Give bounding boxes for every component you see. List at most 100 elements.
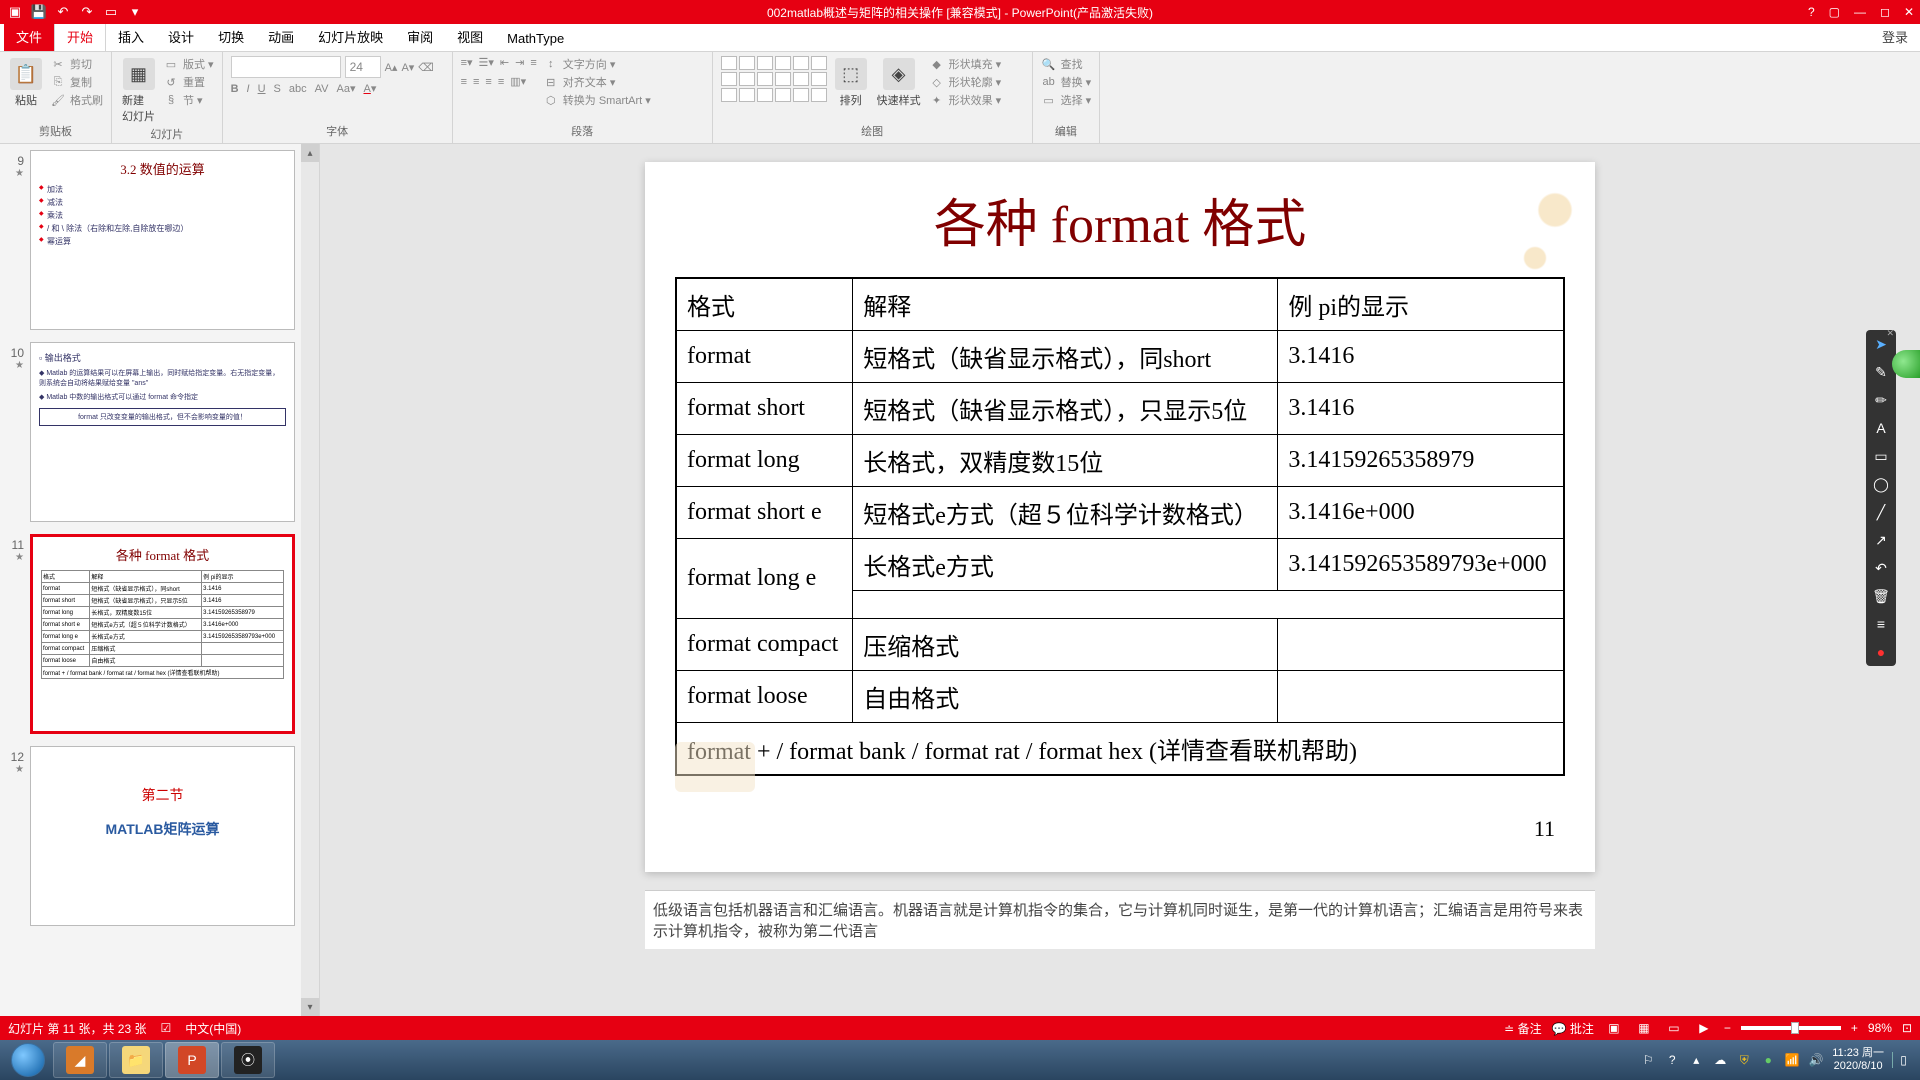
tray-showdesktop[interactable]: ▯ xyxy=(1892,1052,1908,1068)
tab-home[interactable]: 开始 xyxy=(54,21,106,51)
ribbon-options-icon[interactable]: ▢ xyxy=(1829,5,1840,19)
reset-button[interactable]: ↺重置 xyxy=(163,74,214,90)
align-right-icon[interactable]: ≡ xyxy=(485,76,491,88)
save-icon[interactable]: 💾 xyxy=(30,3,48,21)
indent-inc-icon[interactable]: ⇥ xyxy=(515,56,524,69)
tray-volume-icon[interactable]: 🔊 xyxy=(1808,1052,1824,1068)
tab-view[interactable]: 视图 xyxy=(445,22,495,51)
tray-app-icon[interactable]: ● xyxy=(1760,1052,1776,1068)
smartart-button[interactable]: ⬡转换为 SmartArt ▾ xyxy=(543,92,651,108)
thumb-12[interactable]: 12★ 第二节 MATLAB矩阵运算 xyxy=(0,740,319,932)
tab-slideshow[interactable]: 幻灯片放映 xyxy=(306,22,395,51)
arrange-button[interactable]: ⬚排列 xyxy=(833,56,869,110)
section-button[interactable]: §节 ▾ xyxy=(163,92,214,108)
effects-button[interactable]: ✦形状效果 ▾ xyxy=(929,92,1002,108)
language-indicator[interactable]: 中文(中国) xyxy=(185,1020,241,1037)
thumb-9[interactable]: 9★ 3.2 数值的运算 加法 减法 乘法 / 和 \ 除法（右除和左除,自除放… xyxy=(0,144,319,336)
tab-insert[interactable]: 插入 xyxy=(106,22,156,51)
tab-file[interactable]: 文件 xyxy=(4,22,54,51)
comments-button[interactable]: 💬 批注 xyxy=(1552,1020,1594,1037)
normal-view-icon[interactable]: ▣ xyxy=(1604,1020,1624,1036)
text-icon[interactable]: A xyxy=(1871,418,1891,438)
close-icon[interactable]: ✕ xyxy=(1904,5,1914,19)
cut-button[interactable]: ✂剪切 xyxy=(50,56,103,72)
tray-network-icon[interactable]: 📶 xyxy=(1784,1052,1800,1068)
maximize-icon[interactable]: ◻ xyxy=(1880,5,1890,19)
replace-button[interactable]: ab替换 ▾ xyxy=(1041,74,1092,90)
fit-window-icon[interactable]: ⊡ xyxy=(1902,1021,1912,1035)
font-family-input[interactable] xyxy=(231,56,341,78)
strike-icon[interactable]: S xyxy=(274,83,281,95)
grow-font-icon[interactable]: A▴ xyxy=(385,56,398,78)
taskbar-powerpoint[interactable]: P xyxy=(165,1042,219,1078)
tab-transition[interactable]: 切换 xyxy=(206,22,256,51)
shadow-icon[interactable]: abc xyxy=(289,83,307,95)
columns-icon[interactable]: ▥▾ xyxy=(510,75,526,88)
tray-help-icon[interactable]: ? xyxy=(1664,1052,1680,1068)
clear-format-icon[interactable]: ⌫ xyxy=(418,56,434,78)
quickstyle-button[interactable]: ◈快速样式 xyxy=(875,56,923,110)
aligntext-button[interactable]: ⊟对齐文本 ▾ xyxy=(543,74,651,90)
indent-dec-icon[interactable]: ⇤ xyxy=(500,56,509,69)
thumb-10[interactable]: 10★ ▫ 输出格式 ◆ Matlab 的运算结果可以在屏幕上输出，同时赋给指定… xyxy=(0,336,319,528)
side-widget-icon[interactable] xyxy=(1892,350,1920,378)
align-left-icon[interactable]: ≡ xyxy=(461,76,467,88)
painter-button[interactable]: 🖌格式刷 xyxy=(50,92,103,108)
minimize-icon[interactable]: — xyxy=(1854,5,1866,19)
taskbar-explorer[interactable]: 📁 xyxy=(109,1042,163,1078)
font-color-icon[interactable]: A▾ xyxy=(363,82,376,95)
bullets-icon[interactable]: ≡▾ xyxy=(461,56,473,69)
reading-view-icon[interactable]: ▭ xyxy=(1664,1020,1684,1036)
slide-canvas[interactable]: 各种 format 格式 格式 解释 例 pi的显示 format短格式（缺省显… xyxy=(645,162,1595,872)
tray-chevron-icon[interactable]: ▴ xyxy=(1688,1052,1704,1068)
panel-close-icon[interactable]: ✕ xyxy=(1886,328,1894,339)
bold-icon[interactable]: B xyxy=(231,83,239,95)
sorter-view-icon[interactable]: ▦ xyxy=(1634,1020,1654,1036)
zoom-in-icon[interactable]: + xyxy=(1851,1021,1858,1035)
tray-flag-icon[interactable]: ⚐ xyxy=(1640,1052,1656,1068)
thumb-slide-current[interactable]: 各种 format 格式 格式解释例 pi的显示format短格式（缺省显示格式… xyxy=(30,534,295,734)
help-icon[interactable]: ? xyxy=(1808,5,1815,19)
thumb-slide[interactable]: 3.2 数值的运算 加法 减法 乘法 / 和 \ 除法（右除和左除,自除放在哪边… xyxy=(30,150,295,330)
copy-button[interactable]: ⎘复制 xyxy=(50,74,103,90)
thumb-11[interactable]: 11★ 各种 format 格式 格式解释例 pi的显示format短格式（缺省… xyxy=(0,528,319,740)
numbering-icon[interactable]: ☰▾ xyxy=(479,56,494,69)
align-center-icon[interactable]: ≡ xyxy=(473,76,479,88)
spacing-icon[interactable]: AV xyxy=(315,83,329,95)
tray-shield-icon[interactable]: ⛨ xyxy=(1736,1052,1752,1068)
thumb-scrollbar[interactable]: ▴ ▾ xyxy=(301,144,319,1016)
shrink-font-icon[interactable]: A▾ xyxy=(401,56,414,78)
tab-review[interactable]: 审阅 xyxy=(395,22,445,51)
linespacing-icon[interactable]: ≡ xyxy=(530,57,536,69)
zoom-out-icon[interactable]: − xyxy=(1724,1021,1731,1035)
undo-icon[interactable]: ↶ xyxy=(54,3,72,21)
redo-icon[interactable]: ↷ xyxy=(78,3,96,21)
align-justify-icon[interactable]: ≡ xyxy=(498,76,504,88)
notes-pane[interactable]: 低级语言包括机器语言和汇编语言。机器语言就是计算机指令的集合，它与计算机同时诞生… xyxy=(645,890,1595,949)
find-button[interactable]: 🔍查找 xyxy=(1041,56,1092,72)
tab-design[interactable]: 设计 xyxy=(156,22,206,51)
tab-mathtype[interactable]: MathType xyxy=(495,26,576,51)
font-size-input[interactable] xyxy=(345,56,381,78)
slideshow-view-icon[interactable]: ▶ xyxy=(1694,1020,1714,1036)
tray-clock[interactable]: 11:23 周一 2020/8/10 xyxy=(1832,1047,1884,1073)
italic-icon[interactable]: I xyxy=(247,83,250,95)
select-button[interactable]: ▭选择 ▾ xyxy=(1041,92,1092,108)
scroll-down-icon[interactable]: ▾ xyxy=(301,998,319,1016)
layout-button[interactable]: ▭版式 ▾ xyxy=(163,56,214,72)
ellipse-icon[interactable]: ◯ xyxy=(1871,474,1891,494)
tab-animation[interactable]: 动画 xyxy=(256,22,306,51)
underline-icon[interactable]: U xyxy=(258,83,266,95)
zoom-slider[interactable] xyxy=(1741,1026,1841,1030)
new-slide-button[interactable]: ▦ 新建 幻灯片 xyxy=(120,56,157,126)
taskbar-recorder[interactable]: ⦿ xyxy=(221,1042,275,1078)
trash-icon[interactable]: 🗑 xyxy=(1871,586,1891,606)
arrow-icon[interactable]: ↗ xyxy=(1871,530,1891,550)
outline-button[interactable]: ◇形状轮廓 ▾ xyxy=(929,74,1002,90)
rect-icon[interactable]: ▭ xyxy=(1871,446,1891,466)
login-link[interactable]: 登录 xyxy=(1870,22,1920,51)
fill-button[interactable]: ◆形状填充 ▾ xyxy=(929,56,1002,72)
slideshow-icon[interactable]: ▭ xyxy=(102,3,120,21)
paste-button[interactable]: 📋 粘贴 xyxy=(8,56,44,110)
textdir-button[interactable]: ↕文字方向 ▾ xyxy=(543,56,651,72)
